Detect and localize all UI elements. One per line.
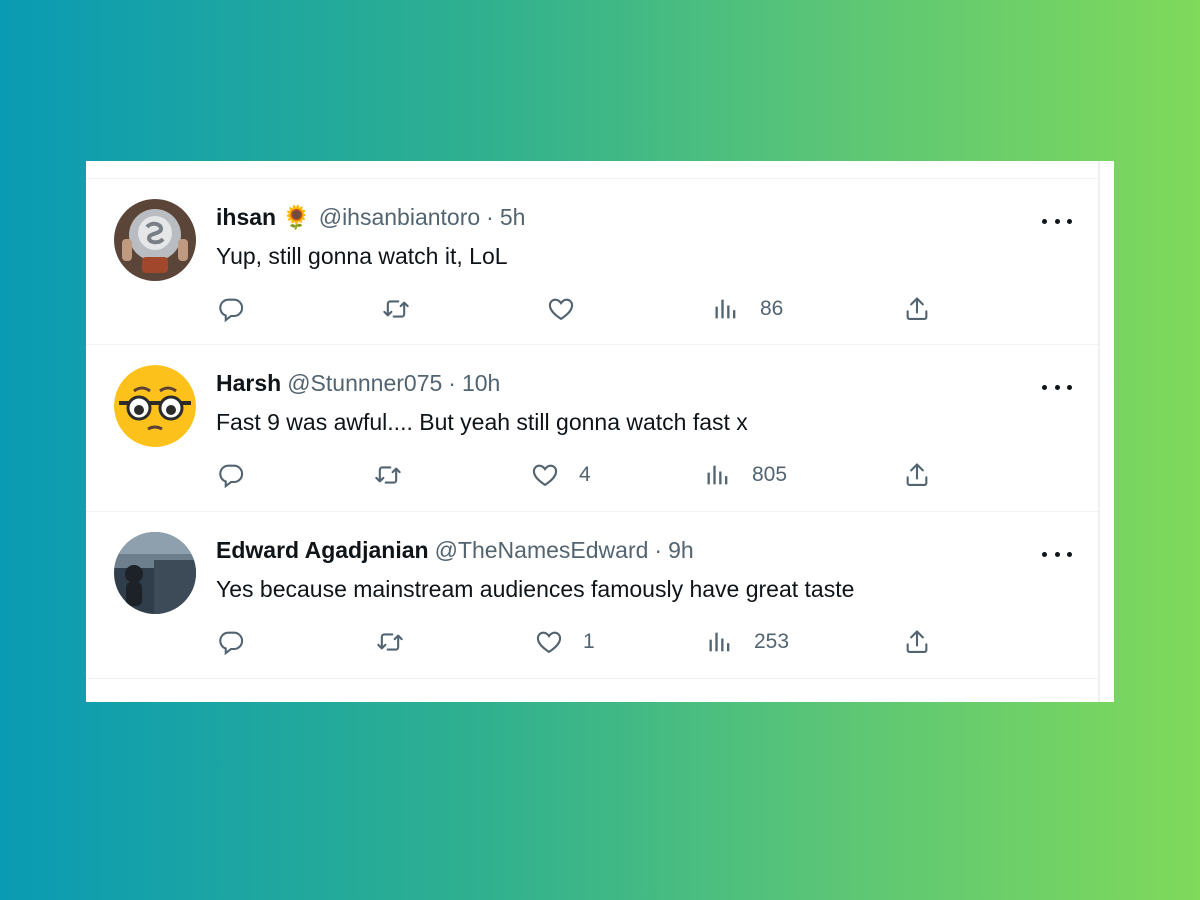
handle[interactable]: @TheNamesEdward <box>435 537 649 564</box>
retweet-icon <box>382 295 410 323</box>
like-icon <box>547 295 575 323</box>
reply-icon <box>217 461 245 489</box>
more-icon[interactable] <box>1042 375 1072 399</box>
tweet-text: Fast 9 was awful.... But yeah still gonn… <box>216 409 748 435</box>
reply-tweet[interactable]: ihsan 🌻 @ihsanbiantoro · 5h Yup, still g… <box>86 178 1098 345</box>
reply-button[interactable] <box>217 457 245 493</box>
view-count: 253 <box>754 630 790 653</box>
display-name[interactable]: Harsh <box>216 370 281 397</box>
share-button[interactable] <box>903 291 931 327</box>
separator-dot: · <box>654 537 663 563</box>
tweet-text: Yup, still gonna watch it, LoL <box>216 243 508 269</box>
share-icon <box>903 628 931 656</box>
reply-icon <box>217 628 245 656</box>
separator-dot: · <box>486 204 494 230</box>
retweet-button[interactable] <box>374 457 402 493</box>
reply-tweet[interactable]: Edward Agadjanian @TheNamesEdward · 9h Y… <box>86 512 1098 679</box>
display-name[interactable]: ihsan <box>216 204 276 231</box>
more-icon[interactable] <box>1042 209 1072 233</box>
views-button[interactable]: 253 <box>706 624 789 660</box>
like-icon <box>531 461 559 489</box>
share-icon <box>903 461 931 489</box>
timestamp[interactable]: 5h <box>500 204 526 231</box>
handle[interactable]: @Stunnner075 <box>287 370 442 397</box>
avatar[interactable] <box>114 365 196 447</box>
separator-dot: · <box>448 370 456 396</box>
views-icon <box>704 461 732 489</box>
avatar[interactable] <box>114 532 196 614</box>
view-count: 805 <box>752 463 788 486</box>
sunflower-emoji: 🌻 <box>282 204 311 230</box>
timestamp[interactable]: 10h <box>462 370 500 397</box>
reply-button[interactable] <box>217 624 245 660</box>
like-button[interactable]: 1 <box>535 624 595 660</box>
retweet-icon <box>376 628 404 656</box>
tweet-text: Yes because mainstream audiences famousl… <box>216 576 855 602</box>
reply-tweet[interactable]: Harsh @Stunnner075 · 10h Fast 9 was awfu… <box>86 345 1098 512</box>
reply-button[interactable] <box>217 291 245 327</box>
like-button[interactable]: 4 <box>531 457 591 493</box>
retweet-button[interactable] <box>382 291 410 327</box>
tweet-header: Edward Agadjanian @TheNamesEdward · 9h <box>216 537 694 564</box>
retweet-icon <box>374 461 402 489</box>
view-count: 86 <box>760 297 784 320</box>
views-icon <box>712 295 740 323</box>
like-button[interactable] <box>547 291 595 327</box>
display-name[interactable]: Edward Agadjanian <box>216 537 429 564</box>
views-icon <box>706 628 734 656</box>
retweet-button[interactable] <box>376 624 404 660</box>
like-icon <box>535 628 563 656</box>
replies-card: ihsan 🌻 @ihsanbiantoro · 5h Yup, still g… <box>86 161 1114 702</box>
share-icon <box>903 295 931 323</box>
tweet-header: Harsh @Stunnner075 · 10h <box>216 370 500 397</box>
like-count: 1 <box>583 630 595 653</box>
handle[interactable]: @ihsanbiantoro <box>319 204 480 231</box>
share-button[interactable] <box>903 457 931 493</box>
views-button[interactable]: 805 <box>704 457 787 493</box>
reply-icon <box>217 295 245 323</box>
tweet-header: ihsan 🌻 @ihsanbiantoro · 5h <box>216 204 525 231</box>
timestamp[interactable]: 9h <box>668 537 694 564</box>
views-button[interactable]: 86 <box>712 291 783 327</box>
more-icon[interactable] <box>1042 542 1072 566</box>
like-count: 4 <box>579 463 591 486</box>
scrollbar[interactable] <box>1098 161 1100 702</box>
avatar[interactable] <box>114 199 196 281</box>
share-button[interactable] <box>903 624 931 660</box>
